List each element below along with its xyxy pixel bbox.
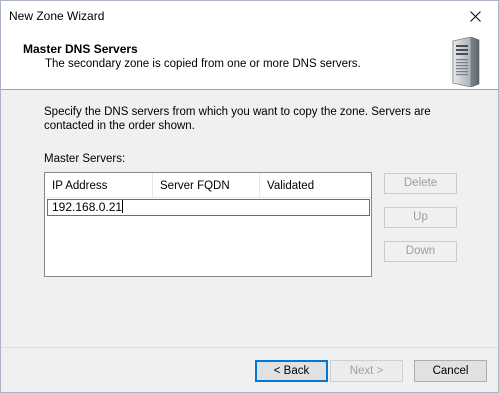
new-zone-wizard-window: New Zone Wizard Master DNS Servers The s…: [0, 0, 499, 393]
master-servers-list[interactable]: IP Address Server FQDN Validated 192.168…: [44, 172, 372, 277]
cancel-button[interactable]: Cancel: [414, 360, 487, 382]
column-header-validated[interactable]: Validated: [260, 173, 371, 198]
cancel-button-label: Cancel: [432, 365, 469, 377]
text-caret: [122, 200, 124, 213]
up-button[interactable]: Up: [384, 207, 457, 228]
down-button-label: Down: [405, 245, 436, 257]
instructions-text: Specify the DNS servers from which you w…: [44, 106, 431, 132]
column-header-server-fqdn[interactable]: Server FQDN: [153, 173, 260, 198]
ip-address-value: 192.168.0.21: [52, 200, 123, 214]
server-icon: [452, 37, 480, 87]
column-header-ip-address[interactable]: IP Address: [45, 173, 153, 198]
wizard-header: Master DNS Servers The secondary zone is…: [1, 32, 498, 90]
ip-address-edit-field[interactable]: 192.168.0.21: [47, 199, 370, 216]
page-subtitle: The secondary zone is copied from one or…: [45, 58, 361, 70]
window-title: New Zone Wizard: [9, 9, 105, 23]
list-header: IP Address Server FQDN Validated: [45, 173, 371, 198]
close-button[interactable]: [452, 1, 498, 32]
delete-button-label: Delete: [403, 177, 438, 189]
back-button-label: < Back: [273, 365, 310, 377]
down-button[interactable]: Down: [384, 241, 457, 262]
back-button[interactable]: < Back: [255, 360, 328, 382]
title-bar: New Zone Wizard: [1, 1, 498, 32]
up-button-label: Up: [413, 211, 428, 223]
next-button[interactable]: Next >: [330, 360, 403, 382]
next-button-label: Next >: [349, 365, 384, 377]
page-title: Master DNS Servers: [23, 42, 138, 56]
delete-button[interactable]: Delete: [384, 173, 457, 194]
close-icon: [469, 11, 481, 22]
master-servers-label: Master Servers:: [44, 153, 126, 165]
